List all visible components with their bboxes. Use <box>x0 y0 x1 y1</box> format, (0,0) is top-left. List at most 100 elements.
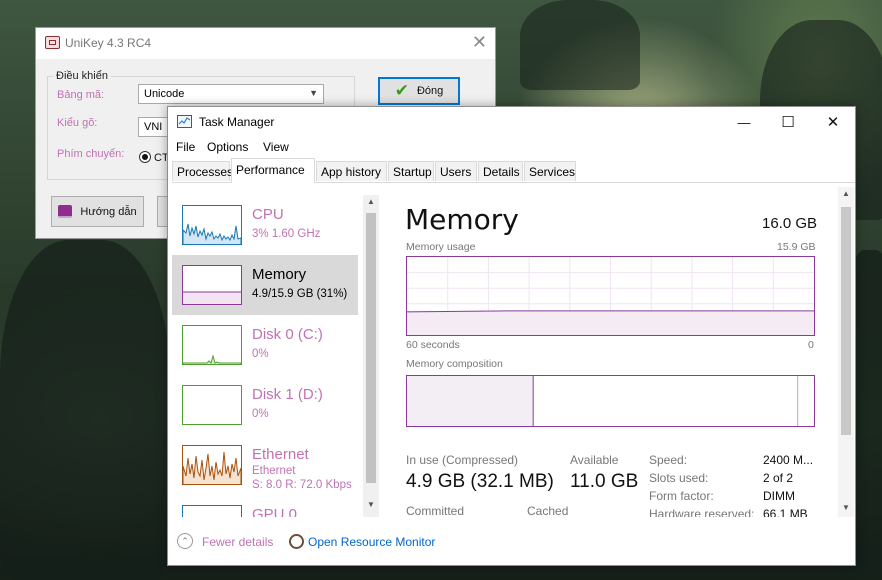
tab-processes[interactable]: Processes <box>172 161 233 181</box>
sidebar-item-name: Disk 0 (C:) <box>252 326 323 343</box>
sidebar-item-gpu-0[interactable]: GPU 0 <box>172 495 358 517</box>
memory-total: 16.0 GB <box>762 215 818 232</box>
tm-titlebar[interactable]: Task Manager — ☐ ✕ <box>168 107 855 137</box>
close-button[interactable]: ✔ Đóng <box>378 77 460 105</box>
tab-startup[interactable]: Startup <box>388 161 434 181</box>
charset-label: Bảng mã: <box>57 89 105 101</box>
sidebar-item-memory[interactable]: Memory 4.9/15.9 GB (31%) <box>172 255 358 315</box>
memory-thumbnail-graph <box>182 265 242 305</box>
main-scrollbar[interactable]: ▲ ▼ <box>838 187 854 517</box>
tree-silhouette <box>520 0 640 90</box>
sidebar-item-ethernet[interactable]: Ethernet Ethernet S: 8.0 R: 72.0 Kbps <box>172 435 358 495</box>
speed-key: Speed: <box>649 453 688 467</box>
memory-usage-max: 15.9 GB <box>777 241 816 253</box>
performance-sidebar: CPU 3% 1.60 GHz Memory 4.9/15.9 GB (31%)… <box>168 183 380 517</box>
menu-options[interactable]: Options <box>207 140 248 154</box>
available-label: Available <box>570 453 619 467</box>
gpu-thumbnail-graph <box>182 505 242 517</box>
memory-composition-bar <box>406 375 815 427</box>
task-manager-icon <box>177 115 192 128</box>
maximize-icon[interactable]: ☐ <box>765 107 811 137</box>
menu-file[interactable]: File <box>176 140 195 154</box>
footer: ⌃ Fewer details Open Resource Monitor <box>168 519 855 565</box>
sidebar-item-detail: 3% 1.60 GHz <box>252 228 321 240</box>
menu-view[interactable]: View <box>263 140 289 154</box>
close-button-label: Đóng <box>416 85 444 97</box>
cpu-thumbnail-graph <box>182 205 242 245</box>
switch-key-radio[interactable]: CT <box>139 151 169 164</box>
charset-select[interactable]: Unicode ▼ <box>138 84 324 104</box>
scroll-thumb[interactable] <box>366 213 376 483</box>
hardware-reserved-key: Hardware reserved: <box>649 507 755 517</box>
scroll-down-icon[interactable]: ▼ <box>838 503 854 512</box>
time-axis-left: 60 seconds <box>406 339 460 351</box>
unikey-title: UniKey 4.3 RC4 <box>65 36 152 50</box>
input-method-select[interactable]: VNI <box>138 117 168 137</box>
memory-usage-label: Memory usage <box>406 241 476 253</box>
scroll-down-icon[interactable]: ▼ <box>363 500 379 509</box>
close-icon[interactable]: ✕ <box>472 32 487 53</box>
radio-icon <box>139 151 151 163</box>
switch-key-label: Phím chuyển: <box>57 148 125 160</box>
scroll-up-icon[interactable]: ▲ <box>363 197 379 206</box>
tab-details[interactable]: Details <box>478 161 523 181</box>
sidebar-item-detail: 0% <box>252 408 269 420</box>
tab-strip: Processes Performance App history Startu… <box>172 158 855 183</box>
slots-key: Slots used: <box>649 471 709 485</box>
fewer-details-link[interactable]: Fewer details <box>202 535 273 549</box>
form-factor-key: Form factor: <box>649 489 714 503</box>
close-icon[interactable]: ✕ <box>810 107 856 137</box>
time-axis-right: 0 <box>808 339 814 351</box>
help-button[interactable]: Hướng dẫn <box>51 196 144 227</box>
sidebar-item-name: Disk 1 (D:) <box>252 386 323 403</box>
sidebar-item-name: Memory <box>252 266 307 283</box>
tab-performance[interactable]: Performance <box>231 158 315 183</box>
check-icon: ✔ <box>394 81 409 100</box>
sidebar-item-name: CPU <box>252 206 284 223</box>
chevron-down-icon: ▼ <box>309 88 318 98</box>
open-resource-monitor-link[interactable]: Open Resource Monitor <box>308 535 435 549</box>
sidebar-item-name: Ethernet <box>252 446 309 463</box>
memory-panel: Memory 16.0 GB Memory usage 15.9 GB 60 s… <box>380 183 856 517</box>
sidebar-item-detail: Ethernet <box>252 465 296 477</box>
memory-usage-graph <box>406 256 815 336</box>
disk-thumbnail-graph <box>182 325 242 365</box>
panel-title: Memory <box>405 203 519 236</box>
in-use-label: In use (Compressed) <box>406 453 519 467</box>
book-icon <box>58 205 73 218</box>
sidebar-scrollbar[interactable]: ▲ ▼ <box>363 195 379 517</box>
tab-services[interactable]: Services <box>524 161 576 181</box>
cached-label: Cached <box>527 504 569 517</box>
input-method-label: Kiểu gõ: <box>57 117 98 129</box>
memory-usage-chart <box>406 257 814 335</box>
chevron-up-icon[interactable]: ⌃ <box>177 533 193 549</box>
sidebar-item-disk-0[interactable]: Disk 0 (C:) 0% <box>172 315 358 375</box>
form-factor-value: DIMM <box>763 489 795 503</box>
sidebar-item-cpu[interactable]: CPU 3% 1.60 GHz <box>172 195 358 255</box>
resource-monitor-icon <box>289 534 304 549</box>
unikey-app-icon <box>45 36 60 49</box>
sidebar-item-detail: 4.9/15.9 GB (31%) <box>252 288 348 300</box>
disk-thumbnail-graph <box>182 385 242 425</box>
charset-value: Unicode <box>144 88 185 100</box>
speed-value: 2400 M... <box>763 453 814 467</box>
sidebar-item-detail: 0% <box>252 348 269 360</box>
unikey-titlebar[interactable]: UniKey 4.3 RC4 ✕ <box>36 28 495 59</box>
composition-in-use <box>407 376 534 426</box>
scroll-up-icon[interactable]: ▲ <box>838 189 854 198</box>
tree-silhouette <box>0 240 170 580</box>
slots-value: 2 of 2 <box>763 471 794 485</box>
tm-title: Task Manager <box>199 115 275 129</box>
tab-app-history[interactable]: App history <box>316 161 387 181</box>
in-use-value: 4.9 GB (32.1 MB) <box>406 471 554 492</box>
sidebar-item-disk-1[interactable]: Disk 1 (D:) 0% <box>172 375 358 435</box>
tab-users[interactable]: Users <box>435 161 477 181</box>
memory-composition-label: Memory composition <box>406 358 503 370</box>
minimize-icon[interactable]: — <box>721 107 767 137</box>
memory-composition-chart <box>407 376 799 426</box>
group-label: Điều khiển <box>53 70 111 82</box>
scroll-thumb[interactable] <box>841 207 851 435</box>
task-manager-window: Task Manager — ☐ ✕ File Options View Pro… <box>167 106 856 566</box>
usage-area <box>407 310 814 335</box>
input-method-value: VNI <box>144 121 163 133</box>
